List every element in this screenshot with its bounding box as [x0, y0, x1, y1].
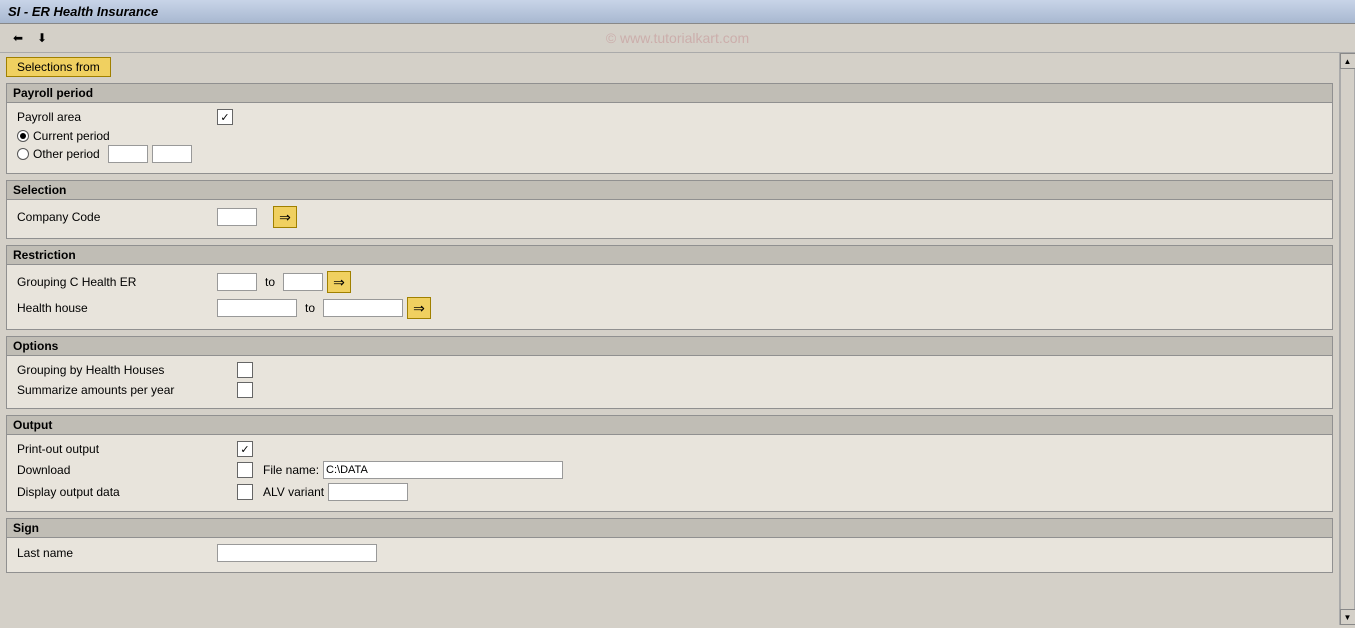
display-output-row: Display output data ALV variant [17, 483, 1322, 501]
sign-header: Sign [7, 519, 1332, 538]
scrollbar[interactable]: ▲ ▼ [1339, 53, 1355, 625]
other-period-radio[interactable] [17, 148, 29, 160]
print-out-row: Print-out output ✓ [17, 441, 1322, 457]
company-code-input[interactable] [217, 208, 257, 226]
summarize-label: Summarize amounts per year [17, 383, 237, 397]
download-checkbox[interactable] [237, 462, 253, 478]
health-house-label: Health house [17, 301, 217, 315]
health-house-nav-btn[interactable]: ⇒ [407, 297, 431, 319]
current-period-radio[interactable] [17, 130, 29, 142]
scroll-down-btn[interactable]: ▼ [1340, 609, 1355, 625]
grouping-input-from[interactable] [217, 273, 257, 291]
company-code-row: Company Code ⇒ [17, 206, 1322, 228]
grouping-label: Grouping C Health ER [17, 275, 217, 289]
grouping-to-label: to [265, 275, 275, 289]
health-house-to-label: to [305, 301, 315, 315]
download-row: Download File name: [17, 461, 1322, 479]
grouping-by-label: Grouping by Health Houses [17, 363, 237, 377]
summarize-row: Summarize amounts per year [17, 382, 1322, 398]
alv-variant-label: ALV variant [263, 485, 324, 499]
back-icon[interactable]: ⬅ [8, 28, 28, 48]
forward-icon[interactable]: ⬇ [32, 28, 52, 48]
scroll-up-btn[interactable]: ▲ [1340, 53, 1355, 69]
current-period-label: Current period [33, 129, 110, 143]
output-header: Output [7, 416, 1332, 435]
grouping-input-to[interactable] [283, 273, 323, 291]
company-code-label: Company Code [17, 210, 217, 224]
watermark: © www.tutorialkart.com [606, 30, 749, 46]
other-period-label: Other period [33, 147, 100, 161]
output-section: Output Print-out output ✓ Download File … [6, 415, 1333, 512]
company-code-nav-btn[interactable]: ⇒ [273, 206, 297, 228]
other-period-input2[interactable] [152, 145, 192, 163]
payroll-area-checkbox[interactable]: ✓ [217, 109, 233, 125]
content-area: Selections from Payroll period Payroll a… [0, 53, 1339, 625]
health-house-input-to[interactable] [323, 299, 403, 317]
grouping-nav-btn[interactable]: ⇒ [327, 271, 351, 293]
other-period-input1[interactable] [108, 145, 148, 163]
payroll-period-section: Payroll period Payroll area ✓ Current pe… [6, 83, 1333, 174]
print-out-label: Print-out output [17, 442, 237, 456]
options-header: Options [7, 337, 1332, 356]
grouping-by-checkbox[interactable] [237, 362, 253, 378]
payroll-period-header: Payroll period [7, 84, 1332, 103]
health-house-row: Health house to ⇒ [17, 297, 1322, 319]
grouping-by-row: Grouping by Health Houses [17, 362, 1322, 378]
restriction-section: Restriction Grouping C Health ER to ⇒ He… [6, 245, 1333, 330]
print-out-checkbox[interactable]: ✓ [237, 441, 253, 457]
selection-section: Selection Company Code ⇒ [6, 180, 1333, 239]
options-section: Options Grouping by Health Houses Summar… [6, 336, 1333, 409]
grouping-row: Grouping C Health ER to ⇒ [17, 271, 1322, 293]
current-period-radio-row: Current period [17, 129, 192, 143]
download-label: Download [17, 463, 237, 477]
restriction-header: Restriction [7, 246, 1332, 265]
health-house-input-from[interactable] [217, 299, 297, 317]
file-name-label: File name: [263, 463, 319, 477]
other-period-radio-row: Other period [17, 145, 192, 163]
last-name-label: Last name [17, 546, 217, 560]
toolbar: ⬅ ⬇ © www.tutorialkart.com [0, 24, 1355, 53]
summarize-checkbox[interactable] [237, 382, 253, 398]
selections-from-button[interactable]: Selections from [6, 57, 111, 77]
title-bar: SI - ER Health Insurance [0, 0, 1355, 24]
last-name-row: Last name [17, 544, 1322, 562]
display-output-label: Display output data [17, 485, 237, 499]
display-output-checkbox[interactable] [237, 484, 253, 500]
payroll-area-label: Payroll area [17, 110, 217, 124]
last-name-input[interactable] [217, 544, 377, 562]
payroll-area-row: Payroll area ✓ [17, 109, 1322, 125]
file-name-input[interactable] [323, 461, 563, 479]
app-title: SI - ER Health Insurance [8, 4, 158, 19]
alv-variant-input[interactable] [328, 483, 408, 501]
selection-header: Selection [7, 181, 1332, 200]
sign-section: Sign Last name [6, 518, 1333, 573]
current-period-row: Current period Other period [17, 129, 1322, 163]
